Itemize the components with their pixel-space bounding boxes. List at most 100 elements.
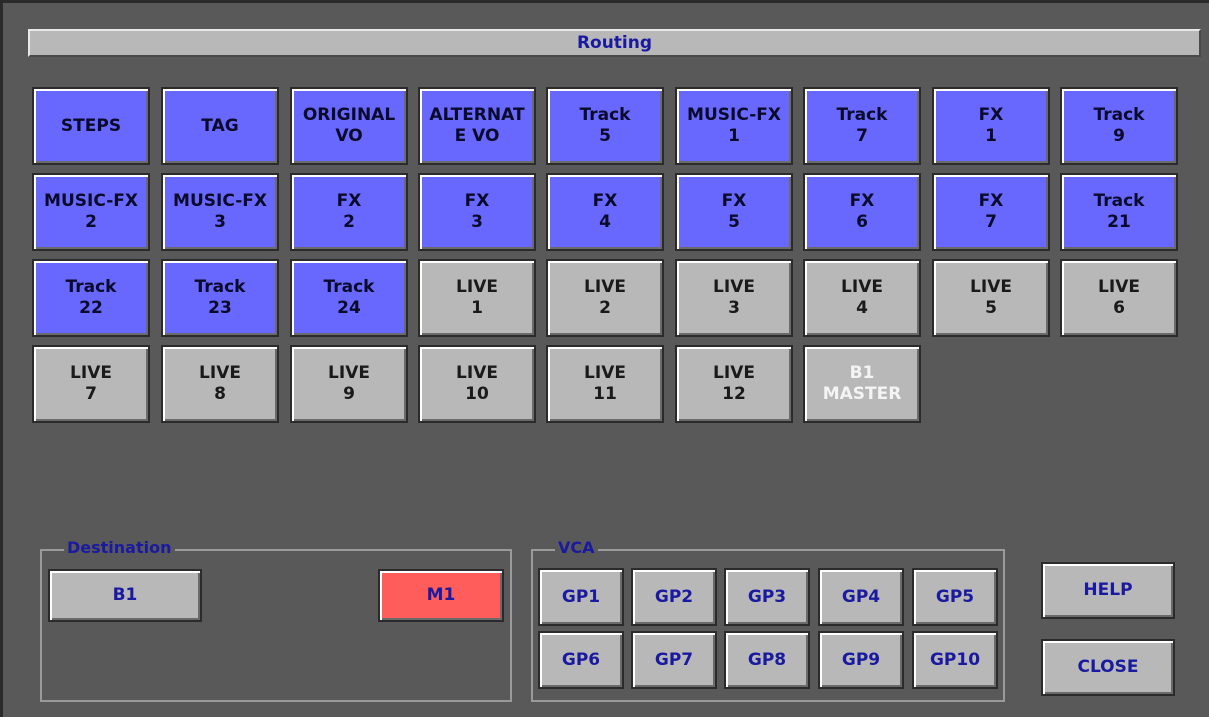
route-button[interactable]: MUSIC-FX 1 xyxy=(675,87,793,165)
window-title: Routing xyxy=(28,29,1201,57)
route-button-line1: LIVE xyxy=(1098,277,1140,297)
destination-m1-button[interactable]: M1 xyxy=(378,569,504,622)
destination-b1-button[interactable]: B1 xyxy=(48,569,202,622)
route-button[interactable]: FX 4 xyxy=(546,173,664,251)
route-button-line1: MUSIC-FX xyxy=(687,105,781,125)
route-button[interactable]: STEPS xyxy=(32,87,150,165)
vca-group-label: GP6 xyxy=(561,649,601,670)
route-button-line1: LIVE xyxy=(456,277,498,297)
route-button[interactable]: Track 9 xyxy=(1060,87,1178,165)
close-button[interactable]: CLOSE xyxy=(1041,639,1175,696)
route-button-line1: LIVE xyxy=(199,363,241,383)
route-button-line2: 8 xyxy=(214,384,226,404)
route-button-line2: E VO xyxy=(454,126,500,146)
vca-group-button[interactable]: GP3 xyxy=(724,568,810,626)
route-button[interactable]: ALTERNAT E VO xyxy=(418,87,536,165)
route-button-line1: LIVE xyxy=(70,363,112,383)
route-button[interactable]: LIVE 3 xyxy=(675,259,793,337)
route-button[interactable]: Track 22 xyxy=(32,259,150,337)
route-button[interactable]: ORIGINAL VO xyxy=(290,87,408,165)
route-button-line2: 2 xyxy=(343,212,355,232)
route-button-line2: 4 xyxy=(856,298,868,318)
route-button-line2: 23 xyxy=(208,298,232,318)
route-button-line2: 6 xyxy=(1113,298,1125,318)
vca-group-label: GP4 xyxy=(841,586,881,607)
route-button[interactable]: LIVE 12 xyxy=(675,345,793,423)
route-button[interactable]: LIVE 1 xyxy=(418,259,536,337)
help-label: HELP xyxy=(1083,580,1133,600)
destination-b1-label: B1 xyxy=(112,585,138,605)
vca-group-label: GP5 xyxy=(935,586,975,607)
vca-group-button[interactable]: GP10 xyxy=(912,631,998,689)
route-button-line1: FX xyxy=(978,191,1004,211)
route-button[interactable]: Track 21 xyxy=(1060,173,1178,251)
route-button[interactable]: Track 24 xyxy=(290,259,408,337)
destination-m1-label: M1 xyxy=(426,585,456,605)
route-button-line1: ORIGINAL xyxy=(302,105,396,125)
route-button-line1: MUSIC-FX xyxy=(44,191,138,211)
vca-group-button[interactable]: GP7 xyxy=(631,631,717,689)
route-button-line1: FX xyxy=(978,105,1004,125)
route-button-line1: Track xyxy=(194,277,246,297)
route-button-line1: FX xyxy=(464,191,490,211)
route-button-line1: ALTERNAT xyxy=(429,105,525,125)
vca-group-label: GP10 xyxy=(929,649,981,670)
route-button-line2: 9 xyxy=(1113,126,1125,146)
route-button[interactable]: Track 5 xyxy=(546,87,664,165)
route-button-line2: 2 xyxy=(85,212,97,232)
vca-group-label: GP3 xyxy=(747,586,787,607)
route-button[interactable]: FX 5 xyxy=(675,173,793,251)
route-button-line1: LIVE xyxy=(456,363,498,383)
route-button-line1: Track xyxy=(65,277,117,297)
vca-group-button[interactable]: GP9 xyxy=(818,631,904,689)
route-button-line2: 5 xyxy=(599,126,611,146)
route-button[interactable]: MUSIC-FX 2 xyxy=(32,173,150,251)
vca-group-button[interactable]: GP5 xyxy=(912,568,998,626)
route-button[interactable]: MUSIC-FX 3 xyxy=(161,173,279,251)
vca-group-button[interactable]: GP4 xyxy=(818,568,904,626)
vca-group-label: GP2 xyxy=(654,586,694,607)
route-button[interactable]: LIVE 2 xyxy=(546,259,664,337)
route-button[interactable]: FX 1 xyxy=(932,87,1050,165)
route-button[interactable]: LIVE 4 xyxy=(803,259,921,337)
vca-group-button[interactable]: GP1 xyxy=(538,568,624,626)
route-button-line1: LIVE xyxy=(841,277,883,297)
route-button[interactable]: FX 6 xyxy=(803,173,921,251)
route-button-line1: Track xyxy=(579,105,631,125)
route-button-line1: FX xyxy=(849,191,875,211)
help-button[interactable]: HELP xyxy=(1041,562,1175,619)
route-button[interactable]: LIVE 5 xyxy=(932,259,1050,337)
route-button-line1: LIVE xyxy=(328,363,370,383)
route-button[interactable]: FX 7 xyxy=(932,173,1050,251)
route-button[interactable]: LIVE 6 xyxy=(1060,259,1178,337)
route-button-line2: VO xyxy=(335,126,363,146)
route-button[interactable]: FX 2 xyxy=(290,173,408,251)
destination-label: Destination xyxy=(64,538,175,558)
route-button-line1: FX xyxy=(336,191,362,211)
vca-group-button[interactable]: GP6 xyxy=(538,631,624,689)
route-button-line1: LIVE xyxy=(584,277,626,297)
route-button-line2: 4 xyxy=(599,212,611,232)
route-button-line2: 6 xyxy=(856,212,868,232)
route-button-line2: 1 xyxy=(728,126,740,146)
vca-group-button[interactable]: GP8 xyxy=(724,631,810,689)
route-button-line1: MUSIC-FX xyxy=(173,191,267,211)
route-button[interactable]: B1 MASTER xyxy=(803,345,921,423)
route-button-line1: LIVE xyxy=(713,363,755,383)
route-button-line2: 9 xyxy=(343,384,355,404)
route-button[interactable]: Track 7 xyxy=(803,87,921,165)
route-button[interactable]: LIVE 10 xyxy=(418,345,536,423)
route-button-line1: TAG xyxy=(201,115,239,136)
vca-group-button[interactable]: GP2 xyxy=(631,568,717,626)
vca-group-label: GP8 xyxy=(747,649,787,670)
route-button[interactable]: LIVE 9 xyxy=(290,345,408,423)
route-button[interactable]: TAG xyxy=(161,87,279,165)
route-button[interactable]: LIVE 11 xyxy=(546,345,664,423)
route-button[interactable]: LIVE 8 xyxy=(161,345,279,423)
route-button-line2: 24 xyxy=(337,298,361,318)
route-button-line2: 5 xyxy=(728,212,740,232)
route-button[interactable]: FX 3 xyxy=(418,173,536,251)
route-button[interactable]: Track 23 xyxy=(161,259,279,337)
vca-label: VCA xyxy=(555,538,598,558)
route-button[interactable]: LIVE 7 xyxy=(32,345,150,423)
